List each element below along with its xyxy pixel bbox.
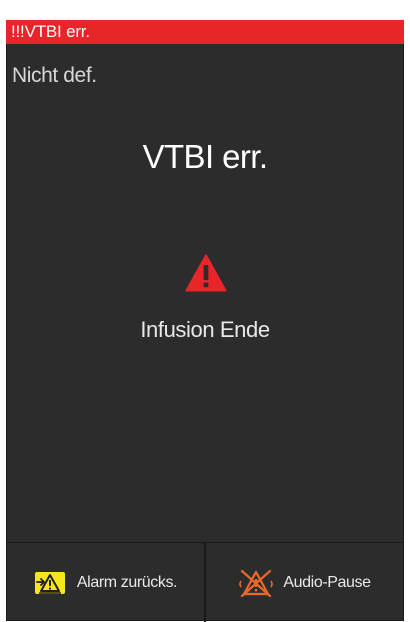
alarm-reset-label: Alarm zurücks. [76, 573, 178, 591]
warning-triangle-icon [185, 254, 227, 292]
drug-name: Nicht def. [12, 64, 97, 87]
audio-pause-label: Audio-Pause [283, 573, 371, 591]
alarm-status-text: !!!VTBI err. [11, 22, 90, 41]
alarm-reset-icon [34, 571, 65, 594]
pump-display: !!!VTBI err. Nicht def. VTBI err. Infusi… [6, 20, 404, 622]
audio-pause-button[interactable]: Audio-Pause [204, 543, 404, 622]
audio-pause-icon [239, 569, 274, 597]
softkey-bar: Alarm zurücks. Audio-Pause [6, 542, 404, 622]
alarm-message: Infusion Ende [140, 317, 270, 342]
alarm-reset-button[interactable]: Alarm zurücks. [6, 543, 204, 622]
alarm-title: VTBI err. [142, 138, 268, 175]
alarm-status-bar: !!!VTBI err. [6, 20, 404, 44]
